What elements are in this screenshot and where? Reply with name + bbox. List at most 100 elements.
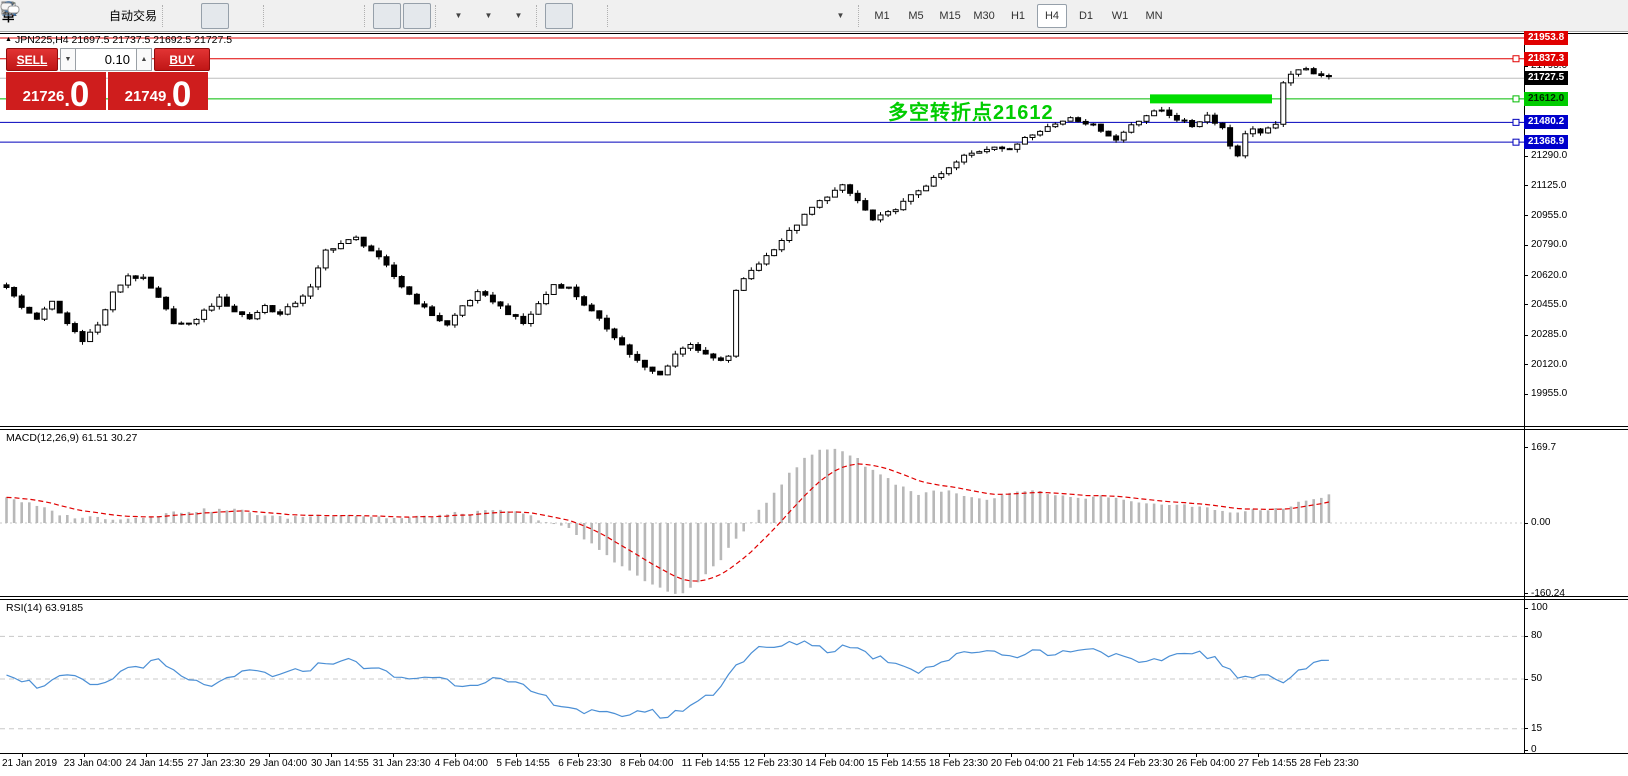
- ask-price[interactable]: 21749.0: [108, 72, 208, 110]
- chat-icon[interactable]: [1598, 3, 1626, 29]
- time-tick-label: 4 Feb 04:00: [435, 758, 488, 769]
- time-tick-label: 12 Feb 23:30: [744, 758, 803, 769]
- time-tick-label: 6 Feb 23:30: [558, 758, 611, 769]
- price-level-tag[interactable]: 21480.2: [1524, 115, 1568, 129]
- time-tick-label: 24 Feb 23:30: [1114, 758, 1173, 769]
- time-scale[interactable]: 21 Jan 201923 Jan 04:0024 Jan 14:5527 Ja…: [0, 753, 1628, 776]
- time-tick-label: 11 Feb 14:55: [682, 758, 740, 769]
- panel-border: [0, 753, 1628, 754]
- time-tick-label: 20 Feb 04:00: [991, 758, 1050, 769]
- chevron-down-icon: ▼: [485, 11, 493, 20]
- periods-button[interactable]: ▼: [474, 3, 502, 29]
- macd-scale-label: 0.00: [1531, 517, 1550, 528]
- price-tick-label: 21125.0: [1531, 180, 1566, 191]
- price-level-tag[interactable]: 21368.9: [1524, 135, 1568, 149]
- timeframe-h4[interactable]: H4: [1037, 4, 1067, 28]
- indicators-add-button[interactable]: ▼: [444, 3, 472, 29]
- price-tick-label: 20455.0: [1531, 299, 1567, 310]
- price-tick-label: 20620.0: [1531, 270, 1567, 281]
- volume-decrease-button[interactable]: ▼: [60, 48, 76, 71]
- timeframe-group: M1M5M15M30H1H4D1W1MN: [867, 4, 1169, 28]
- trend-line-icon[interactable]: [676, 3, 704, 29]
- bar-chart-icon[interactable]: [171, 3, 199, 29]
- rsi-label: RSI(14) 63.9185: [6, 602, 83, 614]
- rsi-panel: RSI(14) 63.9185: [0, 600, 1628, 753]
- panel-separator[interactable]: [0, 596, 1628, 597]
- time-tick-label: 29 Jan 04:00: [249, 758, 307, 769]
- time-tick-label: 30 Jan 14:55: [311, 758, 369, 769]
- time-tick-label: 18 Feb 23:30: [929, 758, 988, 769]
- price-tick-label: 20955.0: [1531, 210, 1567, 221]
- symbol-title: ▲JPN225,H4 21697.5 21737.5 21692.5 21727…: [5, 34, 232, 46]
- timeframe-m1[interactable]: M1: [867, 4, 897, 28]
- time-tick-label: 15 Feb 14:55: [867, 758, 926, 769]
- timeframe-h1[interactable]: H1: [1003, 4, 1033, 28]
- buy-button[interactable]: BUY: [154, 48, 210, 71]
- candlestick-chart-icon[interactable]: [201, 3, 229, 29]
- expert-advisor-label: 自动交易: [109, 7, 157, 24]
- sell-button[interactable]: SELL: [6, 48, 58, 71]
- panel-separator[interactable]: [0, 429, 1628, 430]
- tile-windows-icon[interactable]: [332, 3, 360, 29]
- time-tick-label: 28 Feb 23:30: [1300, 758, 1359, 769]
- macd-panel: MACD(12,26,9) 61.51 30.27: [0, 430, 1628, 596]
- cursor-icon[interactable]: [545, 3, 573, 29]
- pivot-annotation: 多空转折点21612: [888, 96, 1054, 125]
- panel-separator[interactable]: [0, 426, 1628, 427]
- price-level-tag[interactable]: 21612.0: [1524, 92, 1568, 106]
- timeframe-mn[interactable]: MN: [1139, 4, 1169, 28]
- text-icon[interactable]: A: [766, 3, 794, 29]
- price-tick-label: 20790.0: [1531, 239, 1567, 250]
- vertical-line-icon[interactable]: [616, 3, 644, 29]
- price-level-tag[interactable]: 21837.3: [1524, 52, 1568, 66]
- timeframe-m30[interactable]: M30: [969, 4, 999, 28]
- rsi-chart: [0, 600, 1524, 753]
- expert-advisor-button[interactable]: 自动交易: [106, 3, 158, 29]
- equidistant-channel-icon[interactable]: E: [706, 3, 734, 29]
- price-scale[interactable]: 21795.021290.021125.020955.020790.020620…: [1524, 33, 1628, 753]
- one-click-trading-panel: SELL ▼ ▲ BUY 21726.0 21749.0: [6, 48, 212, 110]
- collapse-triangle-icon[interactable]: ▲: [5, 36, 12, 43]
- price-tick-label: 21290.0: [1531, 150, 1567, 161]
- macd-scale-label: -160.24: [1531, 588, 1565, 599]
- time-tick-label: 21 Feb 14:55: [1053, 758, 1112, 769]
- macd-scale-label: 169.7: [1531, 442, 1556, 453]
- timeframe-m5[interactable]: M5: [901, 4, 931, 28]
- timeframe-m15[interactable]: M15: [935, 4, 965, 28]
- bid-price[interactable]: 21726.0: [6, 72, 106, 110]
- rsi-scale-label: 50: [1531, 673, 1542, 684]
- timeframe-d1[interactable]: D1: [1071, 4, 1101, 28]
- horizontal-line-icon[interactable]: [646, 3, 674, 29]
- time-tick-label: 5 Feb 14:55: [496, 758, 549, 769]
- panel-border: [0, 33, 1628, 34]
- templates-button[interactable]: ▼: [504, 3, 532, 29]
- time-tick-label: 31 Jan 23:30: [373, 758, 431, 769]
- time-tick-label: 23 Jan 04:00: [64, 758, 122, 769]
- chart-shift-icon[interactable]: [403, 3, 431, 29]
- chevron-down-icon: ▼: [837, 11, 845, 20]
- price-level-tag[interactable]: 21953.8: [1524, 31, 1568, 45]
- volume-increase-button[interactable]: ▲: [136, 48, 152, 71]
- timeframe-w1[interactable]: W1: [1105, 4, 1135, 28]
- signal-icon[interactable]: [76, 3, 104, 29]
- rsi-scale-label: 100: [1531, 602, 1548, 613]
- line-chart-icon[interactable]: [231, 3, 259, 29]
- zoom-in-icon[interactable]: [272, 3, 300, 29]
- rsi-scale-label: 80: [1531, 630, 1542, 641]
- volume-input[interactable]: [76, 48, 136, 71]
- search-icon[interactable]: [1568, 3, 1596, 29]
- panel-separator[interactable]: [0, 599, 1628, 600]
- text-label-icon[interactable]: T: [796, 3, 824, 29]
- profile-icon[interactable]: [46, 3, 74, 29]
- zoom-out-icon[interactable]: [302, 3, 330, 29]
- time-tick-label: 14 Feb 04:00: [805, 758, 864, 769]
- fibonacci-icon[interactable]: F: [736, 3, 764, 29]
- rsi-scale-label: 15: [1531, 723, 1542, 734]
- arrows-button[interactable]: ▼: [826, 3, 854, 29]
- time-tick-label: 8 Feb 04:00: [620, 758, 673, 769]
- crosshair-icon[interactable]: [575, 3, 603, 29]
- order-book-icon[interactable]: [16, 3, 44, 29]
- auto-scroll-icon[interactable]: [373, 3, 401, 29]
- price-level-tag[interactable]: 21727.5: [1524, 71, 1568, 85]
- time-tick-label: 26 Feb 04:00: [1176, 758, 1235, 769]
